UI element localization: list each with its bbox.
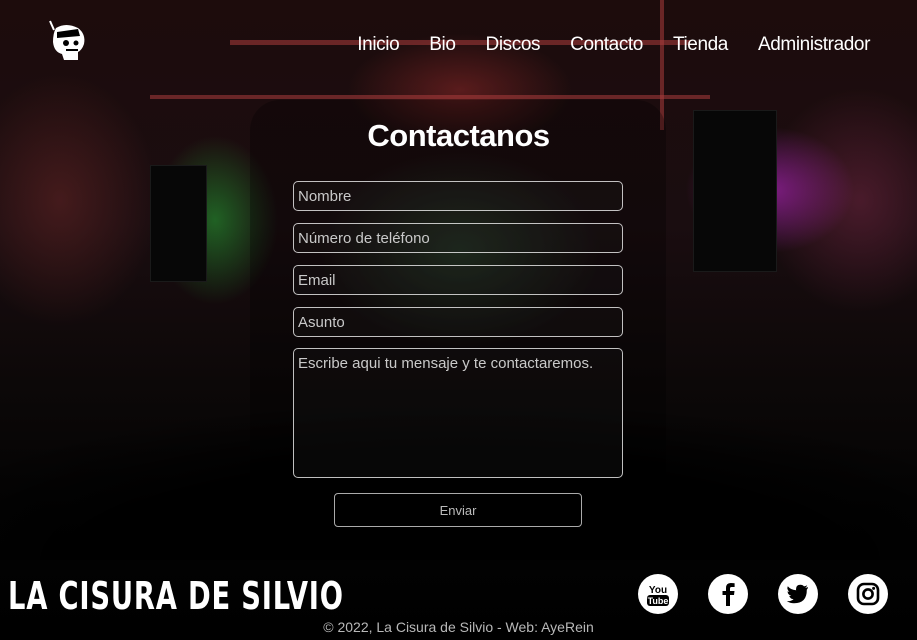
stage-truss — [660, 0, 664, 130]
nav-item-inicio[interactable]: Inicio — [357, 34, 399, 56]
main-nav: Inicio Bio Discos Contacto Tienda Admini… — [357, 34, 870, 56]
band-logo[interactable] — [44, 18, 90, 64]
svg-text:Tube: Tube — [648, 596, 669, 606]
youtube-icon: You Tube — [647, 585, 669, 606]
nav-item-contacto[interactable]: Contacto — [570, 34, 643, 56]
submit-button[interactable]: Enviar — [334, 493, 582, 527]
phone-field[interactable] — [293, 223, 623, 253]
nav-item-discos[interactable]: Discos — [486, 34, 541, 56]
facebook-icon — [722, 583, 735, 606]
youtube-link[interactable]: You Tube — [638, 574, 678, 614]
social-links: You Tube — [638, 574, 888, 614]
nav-item-bio[interactable]: Bio — [429, 34, 456, 56]
svg-text:You: You — [649, 585, 667, 596]
subject-field[interactable] — [293, 307, 623, 337]
twitter-icon — [786, 584, 808, 604]
footer-brand: LA CISURA DE SILVIO — [8, 574, 344, 618]
skull-logo-icon — [49, 20, 85, 60]
instagram-link[interactable] — [848, 574, 888, 614]
copyright-text: © 2022, La Cisura de Silvio - Web: AyeRe… — [323, 619, 594, 635]
nav-item-tienda[interactable]: Tienda — [673, 34, 728, 56]
page: Inicio Bio Discos Contacto Tienda Admini… — [0, 0, 917, 640]
twitter-link[interactable] — [778, 574, 818, 614]
message-field[interactable] — [293, 348, 623, 478]
name-field[interactable] — [293, 181, 623, 211]
facebook-link[interactable] — [708, 574, 748, 614]
email-field[interactable] — [293, 265, 623, 295]
instagram-icon — [856, 582, 880, 606]
stage-truss — [150, 95, 710, 99]
nav-item-administrador[interactable]: Administrador — [758, 34, 870, 56]
page-title: Contactanos — [367, 118, 550, 153]
stage-speaker — [150, 165, 207, 282]
